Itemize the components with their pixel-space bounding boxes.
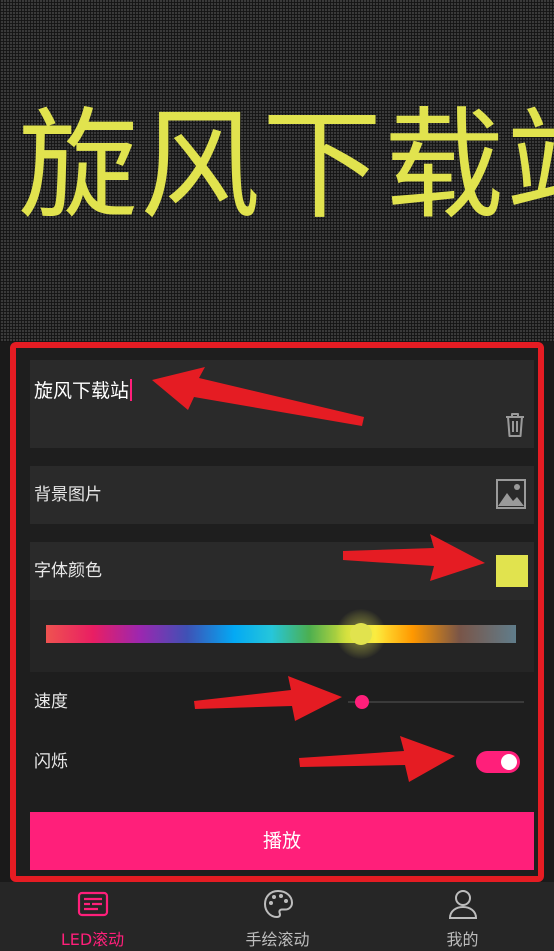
flash-label: 闪烁 bbox=[34, 752, 68, 772]
speed-row: 速度 bbox=[30, 672, 534, 732]
led-preview: 旋风下载站 bbox=[0, 0, 554, 342]
nav-label-me: 我的 bbox=[446, 930, 479, 949]
font-color-row[interactable]: 字体颜色 bbox=[30, 542, 534, 600]
text-input[interactable]: 旋风下载站 bbox=[34, 376, 133, 403]
play-button[interactable]: 播放 bbox=[30, 812, 534, 870]
palette-icon bbox=[263, 889, 294, 919]
led-scroll-text: 旋风下载站 bbox=[18, 97, 554, 236]
background-image-row[interactable]: 背景图片 bbox=[30, 466, 534, 524]
flash-row: 闪烁 bbox=[30, 732, 534, 792]
color-spectrum-row bbox=[30, 600, 534, 672]
color-spectrum-slider[interactable] bbox=[46, 625, 516, 643]
trash-icon[interactable] bbox=[504, 412, 526, 438]
text-input-row[interactable]: 旋风下载站 bbox=[30, 360, 534, 448]
nav-item-draw[interactable]: 手绘滚动 bbox=[185, 882, 370, 951]
flash-toggle-knob bbox=[501, 754, 517, 770]
bottom-nav: LED滚动 手绘滚动 我的 bbox=[0, 882, 554, 951]
nav-label-draw: 手绘滚动 bbox=[245, 930, 310, 949]
nav-item-led[interactable]: LED滚动 bbox=[0, 882, 185, 951]
text-caret bbox=[130, 379, 133, 401]
background-image-label: 背景图片 bbox=[34, 485, 102, 505]
led-board-icon bbox=[77, 891, 109, 917]
color-spectrum-thumb[interactable] bbox=[349, 623, 372, 645]
text-input-value: 旋风下载站 bbox=[34, 380, 130, 402]
speed-label: 速度 bbox=[34, 692, 68, 712]
nav-label-led: LED滚动 bbox=[60, 930, 125, 949]
flash-toggle[interactable] bbox=[476, 751, 520, 773]
speed-slider-track[interactable] bbox=[348, 701, 524, 703]
user-icon bbox=[448, 890, 478, 919]
settings-panel: 旋风下载站 背景图片 字体颜色 速度 闪烁 播放 bbox=[10, 342, 544, 882]
nav-item-me[interactable]: 我的 bbox=[370, 882, 554, 951]
speed-slider-thumb[interactable] bbox=[355, 695, 370, 709]
font-color-swatch[interactable] bbox=[496, 555, 528, 587]
font-color-label: 字体颜色 bbox=[34, 561, 102, 581]
image-icon[interactable] bbox=[496, 479, 526, 509]
